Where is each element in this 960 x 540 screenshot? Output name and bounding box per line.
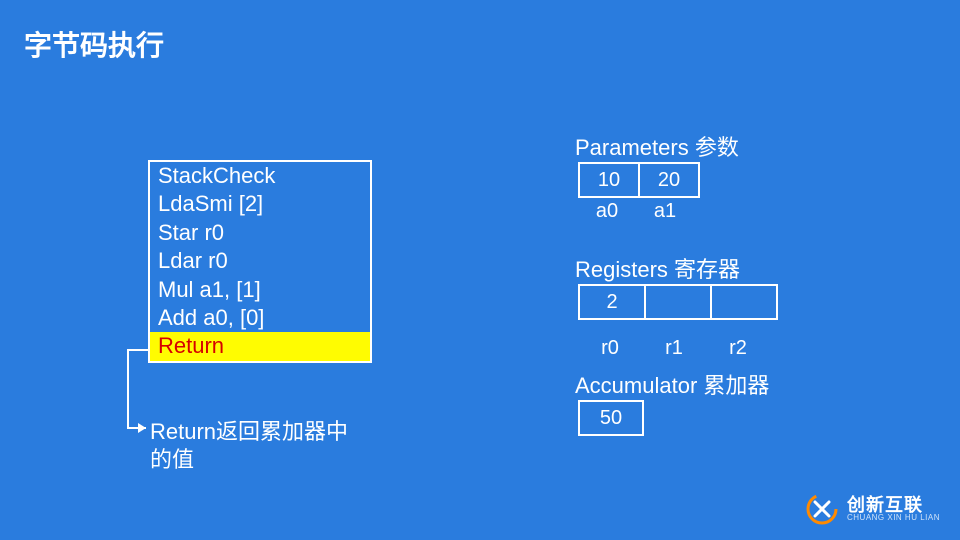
parameters-title: Parameters 参数 [575, 130, 739, 162]
logo-text: 创新互联 CHUANG XIN HU LIAN [847, 496, 940, 522]
registers-labels: r0 r1 r2 [578, 337, 770, 360]
code-line: LdaSmi [2] [150, 190, 370, 218]
param-cell: 20 [638, 162, 700, 198]
arrow-icon [126, 350, 150, 432]
parameters-labels: a0 a1 [578, 200, 694, 223]
logo-cn: 创新互联 [847, 496, 940, 514]
code-line: StackCheck [150, 162, 370, 190]
logo-en: CHUANG XIN HU LIAN [847, 514, 940, 522]
parameters-cells: 10 20 [578, 162, 700, 198]
param-cell: 10 [578, 162, 640, 198]
register-cell: 2 [578, 284, 646, 320]
register-cell [710, 284, 778, 320]
logo-icon [805, 492, 839, 526]
accumulator-title: Accumulator 累加器 [575, 368, 769, 400]
code-line: Ldar r0 [150, 247, 370, 275]
param-label: a0 [578, 200, 636, 223]
accumulator-cell: 50 [578, 400, 644, 436]
register-cell [644, 284, 712, 320]
code-line-current: Return [150, 332, 370, 360]
register-label: r2 [706, 337, 770, 360]
code-line: Star r0 [150, 219, 370, 247]
registers-cells: 2 [578, 284, 778, 320]
brand-logo: 创新互联 CHUANG XIN HU LIAN [805, 492, 940, 526]
register-label: r1 [642, 337, 706, 360]
bytecode-list: StackCheck LdaSmi [2] Star r0 Ldar r0 Mu… [148, 160, 372, 363]
accumulator-cells: 50 [578, 400, 644, 436]
registers-title: Registers 寄存器 [575, 252, 740, 284]
code-line: Mul a1, [1] [150, 276, 370, 304]
page-title: 字节码执行 [24, 24, 164, 64]
param-label: a1 [636, 200, 694, 223]
code-line: Add a0, [0] [150, 304, 370, 332]
register-label: r0 [578, 337, 642, 360]
code-note: Return返回累加器中的值 [150, 418, 370, 473]
